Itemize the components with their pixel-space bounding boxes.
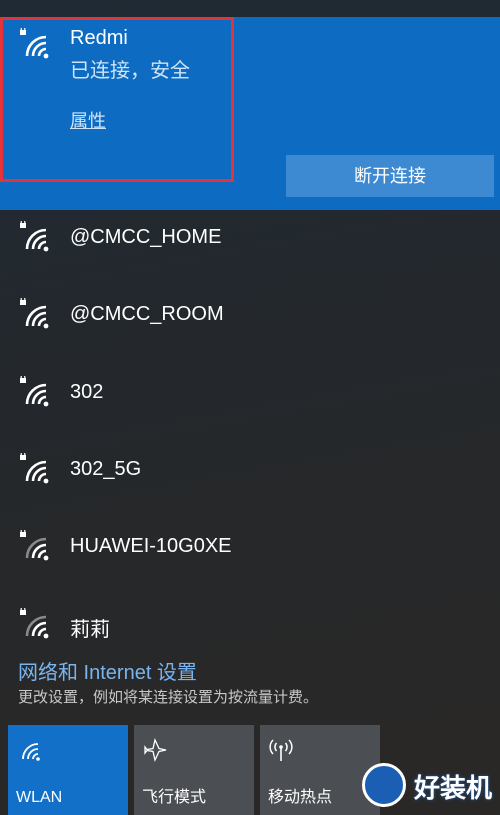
disconnect-button[interactable]: 断开连接 xyxy=(286,155,494,197)
wifi-secured-icon xyxy=(18,28,52,62)
network-item[interactable]: 莉莉 xyxy=(0,587,500,664)
connected-network-panel[interactable]: Redmi 已连接，安全 属性 断开连接 xyxy=(0,17,500,210)
wifi-secured-icon xyxy=(18,375,52,410)
network-item[interactable]: 302_5G xyxy=(0,432,500,509)
connected-network-status: 已连接，安全 xyxy=(70,60,190,82)
hotspot-icon xyxy=(268,737,294,763)
airplane-icon xyxy=(142,737,168,763)
network-settings-description: 更改设置，例如将某连接设置为按流量计费。 xyxy=(18,689,319,706)
wifi-icon xyxy=(16,737,42,763)
network-item[interactable]: @CMCC_HOME xyxy=(0,200,500,277)
network-name: @CMCC_ROOM xyxy=(70,303,224,326)
network-name: 莉莉 xyxy=(70,618,110,641)
airplane-mode-tile-label: 飞行模式 xyxy=(142,789,207,806)
network-name: 302_5G xyxy=(70,457,142,480)
wlan-tile-label: WLAN xyxy=(16,789,63,806)
network-name: 302 xyxy=(70,380,104,403)
wifi-secured-icon xyxy=(18,298,52,332)
watermark-circle-icon xyxy=(362,763,406,807)
network-item[interactable]: @CMCC_ROOM xyxy=(0,277,500,354)
network-settings-link[interactable]: 网络和 Internet 设置 xyxy=(18,656,197,685)
watermark-logo: 好装机 xyxy=(360,760,496,810)
network-name: @CMCC_HOME xyxy=(70,226,222,248)
airplane-mode-tile[interactable]: 飞行模式 xyxy=(134,725,254,815)
wifi-secured-weak-icon xyxy=(18,530,52,564)
mobile-hotspot-tile-label: 移动热点 xyxy=(268,789,333,806)
properties-link[interactable]: 属性 xyxy=(70,107,106,133)
wifi-secured-icon xyxy=(18,452,52,487)
wifi-secured-weak-icon xyxy=(18,607,52,642)
network-name: HUAWEI-10G0XE xyxy=(70,535,232,558)
wifi-secured-icon xyxy=(18,221,52,255)
wlan-tile[interactable]: WLAN xyxy=(8,725,128,815)
network-item[interactable]: 302 xyxy=(0,355,500,432)
network-item[interactable]: HUAWEI-10G0XE xyxy=(0,509,500,586)
watermark-text: 好装机 xyxy=(414,773,493,803)
connected-network-name: Redmi xyxy=(70,27,128,49)
